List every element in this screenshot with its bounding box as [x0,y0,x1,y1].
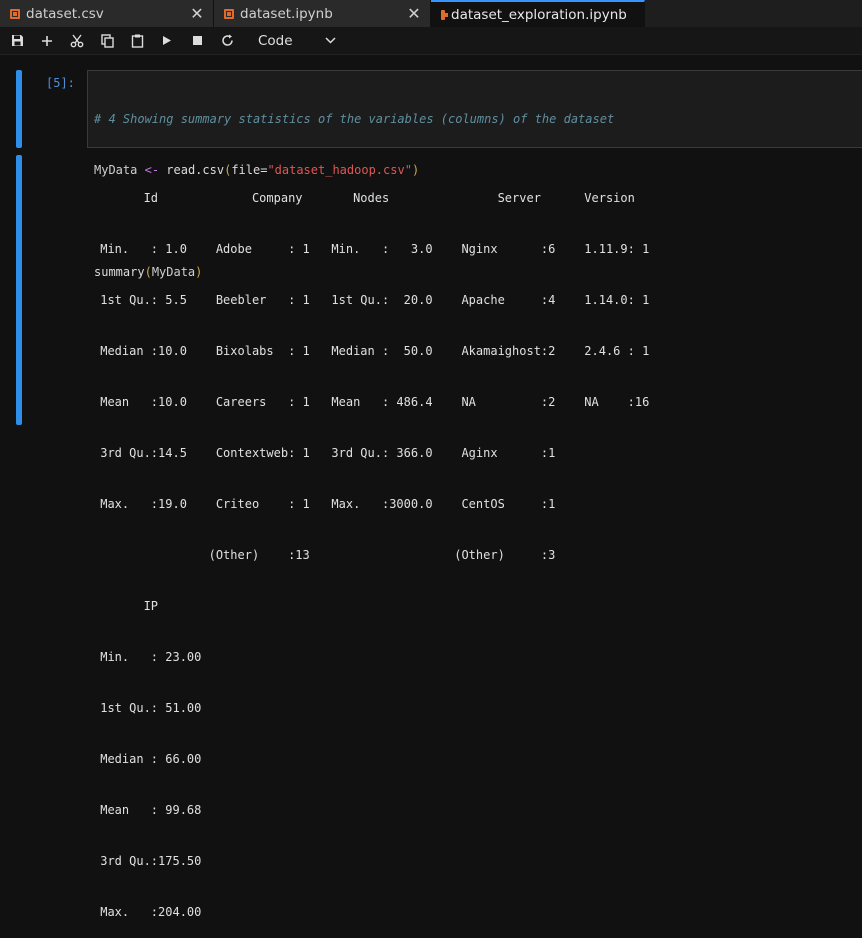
output-line: Min. : 23.00 [93,650,216,664]
execution-count: [5]: [46,76,75,90]
code-editor[interactable]: # 4 Showing summary statistics of the va… [87,70,862,279]
code-comment: # 4 Showing summary statistics of the va… [94,112,615,126]
restart-icon [221,34,233,46]
tab-dataset-ipynb[interactable]: dataset.ipynb ✕ [214,0,431,27]
input-collapse-bar[interactable] [16,70,22,148]
cut-button[interactable] [62,27,92,54]
chevron-down-icon [325,37,336,44]
copy-icon [100,33,114,48]
output-collapse-bar[interactable] [16,155,22,425]
notebook-toolbar: Code [0,27,862,55]
output-line: IP [93,599,216,613]
copy-button[interactable] [92,27,122,54]
notebook-icon [441,9,448,20]
cell-output: Id Company Nodes Server Version Min. : 1… [93,156,853,938]
tab-dataset-exploration-ipynb[interactable]: dataset_exploration.ipynb [431,0,645,27]
code-line-1: # 4 Showing summary statistics of the va… [94,111,862,128]
output-line: Median :10.0 Bixolabs : 1 Median : 50.0 … [93,344,664,358]
output-line: Max. :19.0 Criteo : 1 Max. :3000.0 CentO… [93,497,664,511]
output-line: 3rd Qu.:14.5 Contextweb: 1 3rd Qu.: 366.… [93,446,664,460]
output-line: Id Company Nodes Server Version [93,191,650,205]
save-icon [11,35,23,46]
output-line: Min. : 1.0 Adobe : 1 Min. : 3.0 Nginx :6… [93,242,664,256]
cell-type-dropdown[interactable]: Code [254,30,342,52]
add-cell-button[interactable] [32,27,62,54]
restart-button[interactable] [212,27,242,54]
cell-type-label: Code [258,32,293,49]
output-line: 1st Qu.: 5.5 Beebler : 1 1st Qu.: 20.0 A… [93,293,664,307]
tab-bar: dataset.csv ✕ dataset.ipynb ✕ dataset_ex… [0,0,862,27]
interrupt-button[interactable] [182,27,212,54]
paste-icon [131,34,143,48]
tab-dataset-csv[interactable]: dataset.csv ✕ [0,0,214,27]
tab-label: dataset_exploration.ipynb [451,6,627,23]
paste-button[interactable] [122,27,152,54]
notebook-icon [224,8,234,19]
save-button[interactable] [2,27,32,54]
close-icon[interactable]: ✕ [189,4,205,23]
plus-icon [42,35,52,46]
output-line: (Other) :13 (Other) :3 [93,548,664,562]
tab-label: dataset.csv [26,5,104,22]
output-line: Median : 66.00 [93,752,216,766]
stop-icon [192,36,202,45]
output-line: 3rd Qu.:175.50 [93,854,216,868]
run-button[interactable] [152,27,182,54]
output-line: Mean : 99.68 [93,803,216,817]
file-icon [10,8,20,19]
play-icon [163,36,171,45]
output-line: 1st Qu.: 51.00 [93,701,216,715]
output-line: Mean :10.0 Careers : 1 Mean : 486.4 NA :… [93,395,664,409]
scissors-icon [70,34,84,47]
close-icon[interactable]: ✕ [406,4,422,23]
tab-label: dataset.ipynb [240,5,333,22]
output-line: Max. :204.00 [93,905,216,919]
